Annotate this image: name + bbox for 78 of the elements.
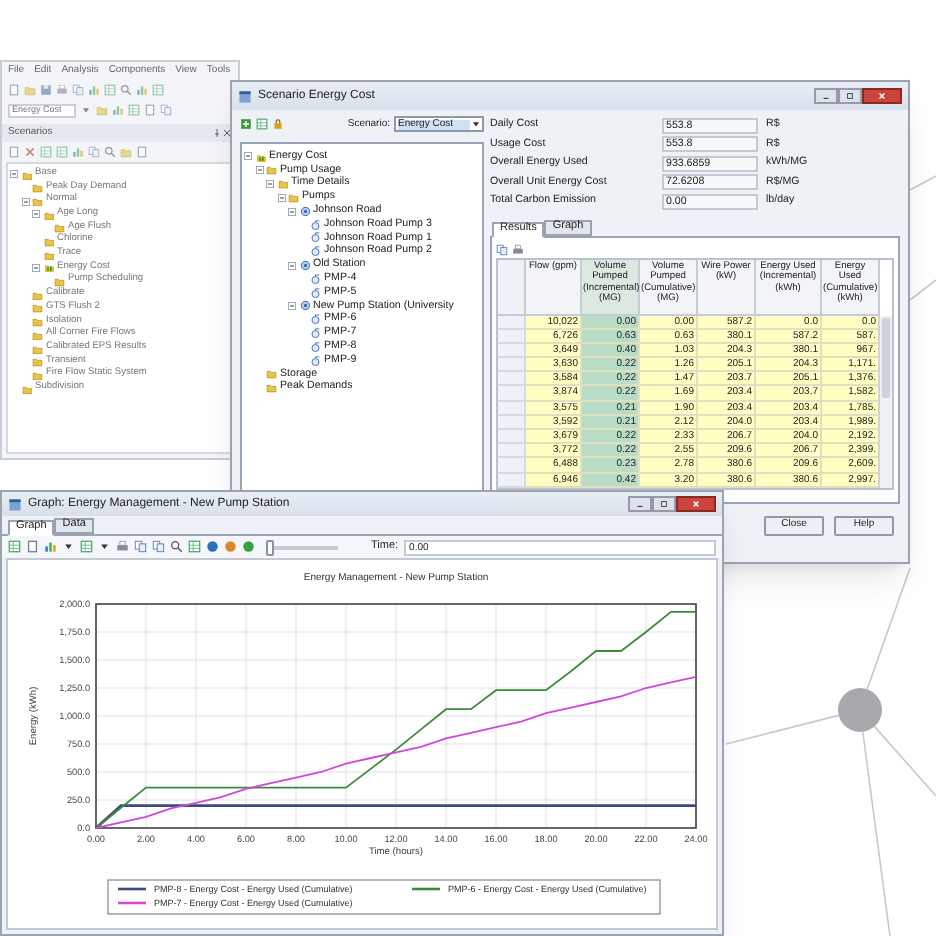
folder-icon[interactable]: [120, 146, 132, 158]
page-icon[interactable]: [8, 84, 20, 96]
scrollbar[interactable]: [878, 315, 892, 488]
dropdown-arrow-icon[interactable]: [62, 540, 75, 554]
window-icon[interactable]: [238, 89, 252, 103]
collapse-icon[interactable]: [32, 210, 40, 219]
pump-icon[interactable]: [310, 314, 321, 326]
pump-icon[interactable]: [310, 341, 321, 353]
circle-icon[interactable]: [242, 540, 255, 554]
grid-icon[interactable]: [152, 84, 164, 96]
circle-icon[interactable]: [224, 540, 237, 554]
pump-icon[interactable]: [310, 355, 321, 367]
dropdown-arrow-icon[interactable]: [98, 540, 111, 554]
collapse-icon[interactable]: [288, 261, 296, 270]
collapse-icon[interactable]: [21, 197, 29, 206]
close-button[interactable]: [862, 88, 902, 104]
grid-icon[interactable]: [256, 118, 268, 130]
circle-icon[interactable]: [206, 540, 219, 554]
bar-chart-icon[interactable]: [136, 84, 148, 96]
maximize-icon[interactable]: [658, 498, 670, 510]
grid-icon[interactable]: [56, 146, 68, 158]
copy-icon[interactable]: [72, 84, 84, 96]
collapse-icon[interactable]: [10, 170, 18, 179]
page-icon[interactable]: [136, 146, 148, 158]
pump-icon[interactable]: [310, 273, 321, 285]
station-icon[interactable]: [299, 300, 310, 312]
grid-icon[interactable]: [188, 540, 201, 554]
bar-chart-icon[interactable]: [44, 540, 57, 554]
folder-icon[interactable]: [96, 104, 108, 116]
copy-icon[interactable]: [496, 243, 508, 255]
grid-icon[interactable]: [8, 540, 21, 554]
page-icon[interactable]: [8, 146, 20, 158]
grid-icon[interactable]: [40, 146, 52, 158]
station-icon[interactable]: [299, 205, 310, 217]
pin-icon[interactable]: [212, 128, 222, 138]
printer-icon[interactable]: [512, 243, 524, 255]
pump-icon[interactable]: [310, 232, 321, 244]
page-icon[interactable]: [26, 540, 39, 554]
copy-icon[interactable]: [160, 104, 172, 116]
copy-icon[interactable]: [88, 146, 100, 158]
grid-icon[interactable]: [128, 104, 140, 116]
close-button[interactable]: [676, 496, 716, 512]
connector-line: [725, 714, 840, 745]
collapse-icon[interactable]: [288, 302, 296, 311]
station-icon[interactable]: [299, 260, 310, 272]
bar-chart-icon[interactable]: [72, 146, 84, 158]
chart-folder-icon[interactable]: [43, 262, 54, 274]
maximize-button[interactable]: [838, 88, 862, 104]
collapse-icon[interactable]: [244, 152, 252, 161]
collapse-icon[interactable]: [266, 179, 274, 188]
network-node: [838, 688, 882, 732]
folder-icon[interactable]: [24, 84, 36, 96]
lock-icon[interactable]: [272, 118, 284, 130]
pump-icon[interactable]: [310, 287, 321, 299]
collapse-icon[interactable]: [277, 193, 285, 202]
zoom-icon[interactable]: [170, 540, 183, 554]
slider-thumb[interactable]: [266, 539, 274, 555]
pump-icon[interactable]: [310, 328, 321, 339]
connector-line: [866, 567, 911, 690]
maximize-icon[interactable]: [844, 90, 856, 102]
dropdown-arrow-icon[interactable]: [470, 118, 482, 130]
pump-icon[interactable]: [310, 219, 321, 231]
page-icon[interactable]: [144, 104, 156, 116]
bar-chart-icon[interactable]: [112, 104, 124, 116]
printer-icon[interactable]: [56, 84, 68, 96]
collapse-icon[interactable]: [32, 264, 40, 273]
collapse-icon[interactable]: [288, 207, 296, 216]
grid-icon[interactable]: [104, 84, 116, 96]
connector-line: [909, 175, 936, 191]
bar-chart-icon[interactable]: [88, 84, 100, 96]
pump-icon[interactable]: [310, 246, 321, 258]
collapse-icon[interactable]: [255, 166, 263, 175]
maximize-button[interactable]: [652, 496, 676, 512]
connector-line: [909, 279, 936, 301]
delete-icon[interactable]: [24, 146, 36, 158]
chart-folder-icon[interactable]: [255, 151, 266, 163]
window-icon[interactable]: [8, 497, 22, 511]
add-icon[interactable]: [240, 118, 252, 130]
